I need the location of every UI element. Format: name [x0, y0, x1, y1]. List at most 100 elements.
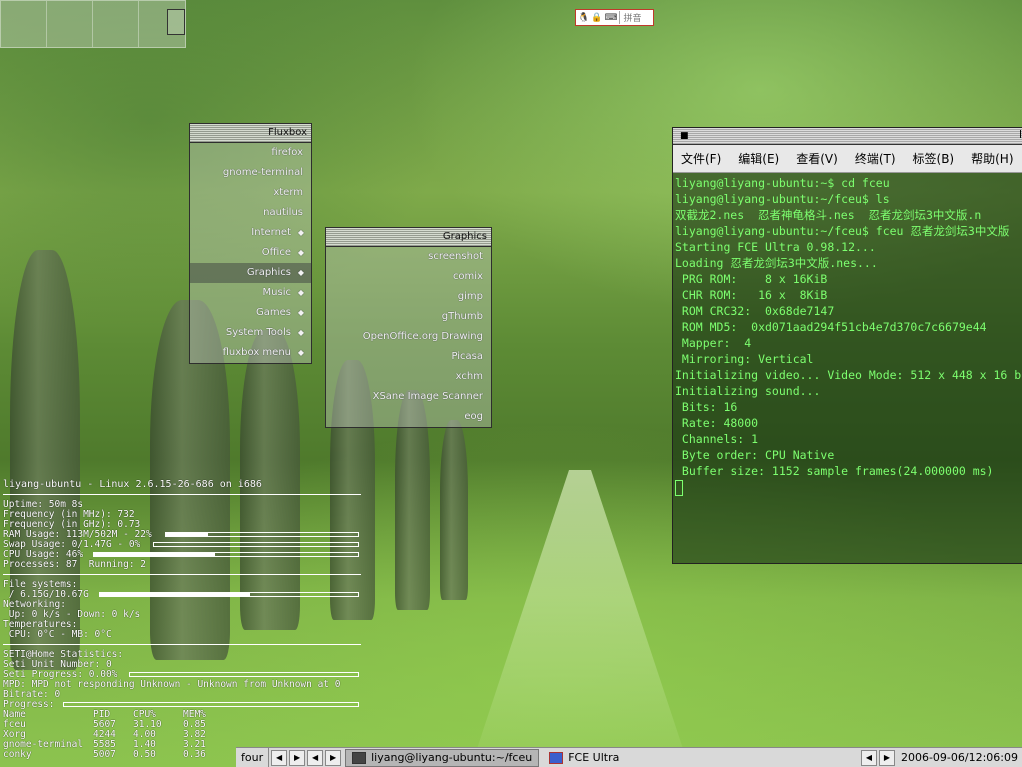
terminal-cursor-line — [675, 479, 1022, 496]
terminal-line: Loading 忍者龙剑坛3中文版.nes... — [675, 256, 878, 270]
submenu-arrow-icon: ◆ — [297, 268, 304, 277]
graphics-submenu: Graphics screenshot comix gimp gThumb Op… — [325, 227, 492, 428]
next-workspace-icon[interactable]: ▶ — [289, 749, 306, 766]
menu-help[interactable]: 帮助(H) — [971, 150, 1013, 167]
ram-usage-bar — [165, 532, 359, 537]
terminal-line: liyang@liyang-ubuntu:~$ cd fceu — [675, 176, 890, 190]
terminal-line: CHR ROM: 16 x 8KiB — [675, 288, 828, 302]
terminal-line: Initializing sound... — [675, 384, 821, 398]
keyboard-icon[interactable]: ⌨ — [604, 13, 617, 23]
terminal-output[interactable]: liyang@liyang-ubuntu:~$ cd fceu liyang@li… — [673, 173, 1022, 498]
menu-item-xchm[interactable]: xchm — [326, 367, 491, 387]
cpu-usage-bar — [93, 552, 359, 557]
menu-item-firefox[interactable]: firefox — [190, 143, 311, 163]
terminal-line: Mapper: 4 — [675, 336, 752, 350]
submenu-arrow-icon: ◆ — [297, 348, 304, 357]
menu-item-gnome-terminal[interactable]: gnome-terminal — [190, 163, 311, 183]
menu-item-label: Office — [261, 247, 291, 258]
conky-temp: CPU: 0°C - MB: 0°C — [3, 629, 112, 640]
menu-terminal[interactable]: 终端(T) — [855, 150, 896, 167]
menu-item-fluxbox-menu[interactable]: fluxbox menu ◆ — [190, 343, 311, 363]
taskbar-item-terminal[interactable]: liyang@liyang-ubuntu:~/fceu — [345, 748, 540, 767]
menu-tabs[interactable]: 标签(B) — [913, 150, 955, 167]
menu-item-label: Music — [262, 287, 291, 298]
seti-progress-bar — [129, 672, 359, 677]
workspace-pager[interactable] — [0, 0, 186, 48]
terminal-menubar: 文件(F) 编辑(E) 查看(V) 终端(T) 标签(B) 帮助(H) — [673, 145, 1022, 173]
pager-workspace[interactable] — [1, 1, 47, 47]
terminal-line: ROM CRC32: 0x68de7147 — [675, 304, 835, 318]
proc-name: conky — [3, 749, 32, 760]
menu-item-label: Graphics — [246, 267, 291, 278]
clock[interactable]: 2006-09-06/12:06:09 — [897, 751, 1022, 764]
menu-item-music[interactable]: Music ◆ — [190, 283, 311, 303]
taskbar-item-label: liyang@liyang-ubuntu:~/fceu — [371, 751, 533, 764]
submenu-arrow-icon: ◆ — [297, 288, 304, 297]
penguin-icon[interactable]: 🐧 — [578, 13, 589, 23]
menu-item-system-tools[interactable]: System Tools ◆ — [190, 323, 311, 343]
terminal-line: Byte order: CPU Native — [675, 448, 835, 462]
terminal-window[interactable]: ■ l 文件(F) 编辑(E) 查看(V) 终端(T) 标签(B) 帮助(H) … — [672, 127, 1022, 564]
menu-item-label: System Tools — [225, 327, 291, 338]
prev-workspace-icon[interactable]: ◀ — [271, 749, 288, 766]
divider — [3, 494, 361, 495]
menu-item-xterm[interactable]: xterm — [190, 183, 311, 203]
submenu-arrow-icon: ◆ — [297, 328, 304, 337]
wallpaper-tree — [440, 420, 468, 600]
menu-item-internet[interactable]: Internet ◆ — [190, 223, 311, 243]
next-window-icon[interactable]: ▶ — [325, 749, 342, 766]
menu-item-graphics[interactable]: Graphics ◆ — [190, 263, 311, 283]
taskbar-item-fce-ultra[interactable]: FCE Ultra — [543, 750, 625, 766]
menu-item-comix[interactable]: comix — [326, 267, 491, 287]
wallpaper-path — [470, 470, 690, 767]
terminal-line: Starting FCE Ultra 0.98.12... — [675, 240, 876, 254]
pager-workspace[interactable] — [93, 1, 139, 47]
conky-monitor: liyang-ubuntu - Linux 2.6.15-26-686 on i… — [3, 480, 361, 760]
prev-window-icon[interactable]: ◀ — [307, 749, 324, 766]
menu-item-nautilus[interactable]: nautilus — [190, 203, 311, 223]
menu-item-xsane[interactable]: XSane Image Scanner — [326, 387, 491, 407]
terminal-line: ROM MD5: 0xd071aad294f51cb4e7d370c7c6679… — [675, 320, 987, 334]
menu-item-openoffice-drawing[interactable]: OpenOffice.org Drawing — [326, 327, 491, 347]
menu-file[interactable]: 文件(F) — [681, 150, 721, 167]
workspace-name[interactable]: four — [236, 748, 270, 767]
fluxbox-root-menu: Fluxbox firefox gnome-terminal xterm nau… — [189, 123, 312, 364]
terminal-line: liyang@liyang-ubuntu:~/fceu$ fceu 忍者龙剑坛3… — [675, 224, 1010, 238]
proc-pid: 5007 — [93, 749, 116, 760]
terminal-line: Initializing video... Video Mode: 512 x … — [675, 368, 1022, 382]
input-method-bar[interactable]: 🐧 🔒 ⌨ 拼音 — [575, 9, 654, 26]
terminal-line: Rate: 48000 — [675, 416, 759, 430]
terminal-line: Bits: 16 — [675, 400, 738, 414]
tray-prev-icon[interactable]: ◀ — [860, 749, 877, 766]
pager-workspace[interactable] — [47, 1, 93, 47]
conky-progress-row: Progress: — [3, 700, 361, 710]
menu-view[interactable]: 查看(V) — [796, 150, 838, 167]
menu-item-gthumb[interactable]: gThumb — [326, 307, 491, 327]
menu-item-eog[interactable]: eog — [326, 407, 491, 427]
window-menu-icon[interactable]: ■ — [680, 131, 689, 141]
terminal-titlebar[interactable]: ■ l — [673, 128, 1022, 145]
menu-item-screenshot[interactable]: screenshot — [326, 247, 491, 267]
submenu-arrow-icon: ◆ — [297, 228, 304, 237]
pager-window-thumbnail — [167, 9, 185, 35]
menu-item-office[interactable]: Office ◆ — [190, 243, 311, 263]
menu-title: Graphics — [326, 228, 491, 247]
menu-title: Fluxbox — [190, 124, 311, 143]
fce-ultra-icon — [549, 751, 564, 764]
menu-edit[interactable]: 编辑(E) — [738, 150, 779, 167]
menu-item-gimp[interactable]: gimp — [326, 287, 491, 307]
submenu-arrow-icon: ◆ — [297, 248, 304, 257]
conky-header: liyang-ubuntu - Linux 2.6.15-26-686 on i… — [3, 479, 262, 490]
menu-item-picasa[interactable]: Picasa — [326, 347, 491, 367]
menu-item-games[interactable]: Games ◆ — [190, 303, 311, 323]
tray-next-icon[interactable]: ▶ — [878, 749, 895, 766]
fs-usage-fill — [100, 593, 250, 596]
menu-item-label: Internet — [251, 227, 291, 238]
divider — [3, 574, 361, 575]
fs-usage-bar — [99, 592, 359, 597]
lock-icon[interactable]: 🔒 — [591, 13, 602, 23]
submenu-arrow-icon: ◆ — [297, 308, 304, 317]
divider — [3, 644, 361, 645]
proc-mem: 0.36 — [183, 749, 206, 760]
ime-mode-label[interactable]: 拼音 — [619, 11, 641, 24]
